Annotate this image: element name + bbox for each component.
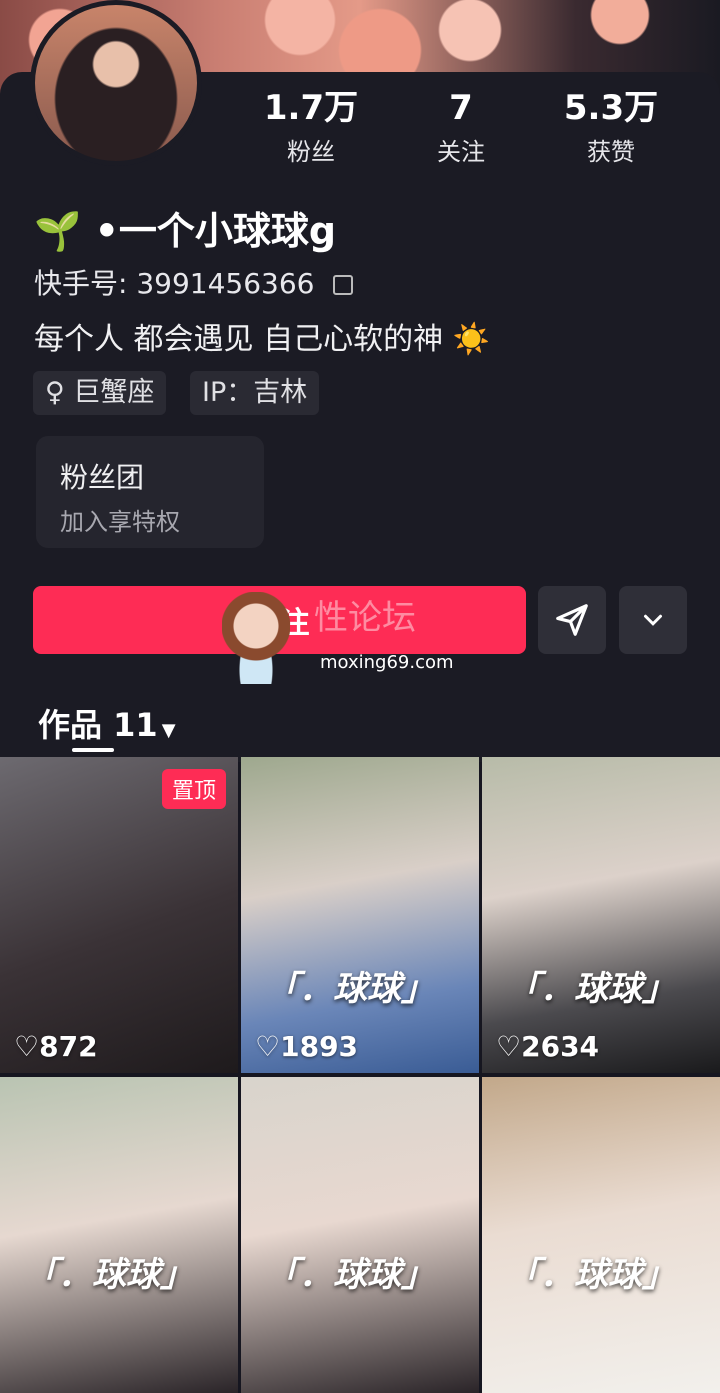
profile-name: 🌱 •一个小球球ց [34,200,333,255]
caret-down-icon: ▼ [161,720,176,741]
video-caption: 「．球球」 [506,969,676,1009]
chevron-down-icon [644,614,662,626]
kuaishou-id-text: 快手号: 3991456366 [34,267,315,300]
work-tile[interactable]: 「．球球」 ♡2634 [482,757,720,1073]
tag-zodiac: ♀ 巨蟹座 [33,371,167,415]
like-count: ♡2634 [496,1030,600,1063]
work-tile[interactable]: 置顶 ♡872 [0,757,238,1073]
work-tile[interactable]: 「．球球」 ♡1893 [241,757,479,1073]
tab-works[interactable]: 作品 11 ▼ [38,700,176,746]
kuaishou-id[interactable]: 快手号: 3991456366 [34,262,354,302]
sprout-icon: 🌱 [34,209,82,253]
video-caption: 「．球球」 [265,1255,435,1295]
work-tile[interactable]: 「．球球」 [482,1077,720,1393]
fan-group-title: 粉丝团 [60,461,145,494]
send-icon [556,604,588,636]
stat-value: 5.3万 [563,88,659,128]
more-button[interactable] [619,586,687,654]
tab-indicator [72,748,114,752]
fan-group-subtitle: 加入享特权 [60,508,180,536]
like-count: ♡872 [14,1030,98,1063]
stat-value: 7 [449,88,473,128]
stat-label: 粉丝 [287,138,335,166]
watermark-text: 性论坛 [314,598,416,638]
tag-ip: IP：吉林 [190,371,320,415]
video-caption: 「．球球」 [506,1255,676,1295]
video-caption: 「．球球」 [265,969,435,1009]
bio: 每个人 都会遇见 自己心软的神 ☀️ [34,322,490,357]
work-tile[interactable]: 「．球球」 [241,1077,479,1393]
pinned-badge: 置顶 [161,769,226,809]
share-button[interactable] [538,586,606,654]
fan-group-card[interactable]: 粉丝团 加入享特权 [36,436,264,548]
video-caption: 「．球球」 [24,1255,194,1295]
copy-icon[interactable] [333,275,354,295]
like-count: ♡1893 [255,1030,359,1063]
stat-label: 关注 [437,138,485,166]
stat-label: 获赞 [587,138,635,166]
stat-likes[interactable]: 5.3万 获赞 [536,88,686,167]
works-label: 作品 11 [38,706,158,744]
profile-name-text: •一个小球球ց [94,209,334,253]
stat-followers[interactable]: 1.7万 粉丝 [236,88,386,167]
works-grid: 置顶 ♡872 「．球球」 ♡1893 「．球球」 ♡2634 「．球球」 「．… [0,757,720,1393]
watermark-url: moxing69.com [320,652,454,673]
stat-following[interactable]: 7 关注 [386,88,536,167]
avatar[interactable] [30,0,202,166]
work-tile[interactable]: 「．球球」 [0,1077,238,1393]
stat-value: 1.7万 [263,88,359,128]
